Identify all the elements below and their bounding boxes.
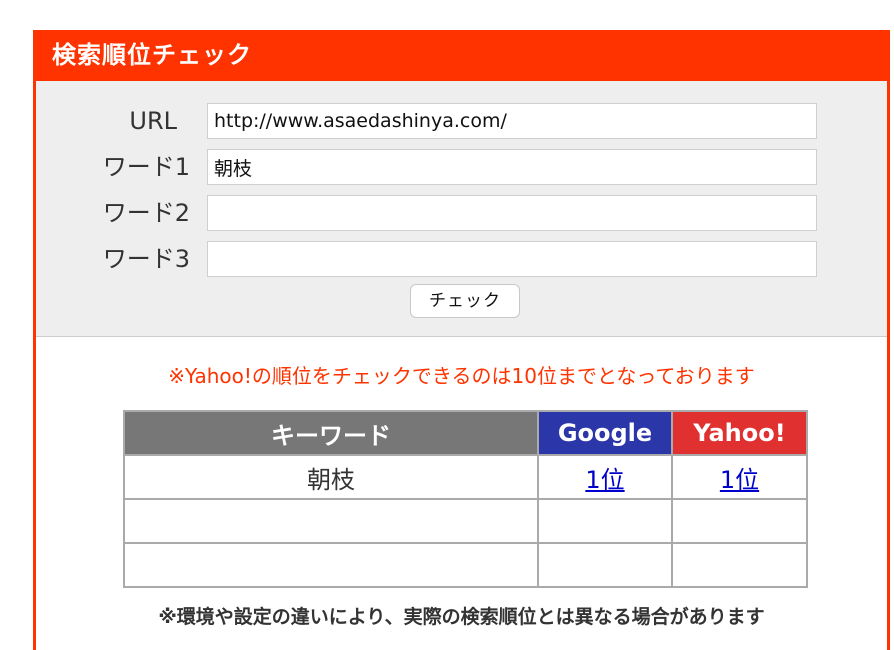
results-table: キーワード Google Yahoo! 朝枝 1位 1位 [123,410,808,588]
keyword-cell [123,542,539,588]
google-rank-cell [537,542,673,588]
table-row: 朝枝 1位 1位 [123,454,808,500]
word1-label: ワード1 [102,153,190,181]
keyword-cell [123,498,539,544]
word2-row: ワード2 [36,195,887,231]
word2-label: ワード2 [102,199,190,227]
word1-row: ワード1 [36,149,887,185]
keyword-cell: 朝枝 [123,454,539,500]
word3-input[interactable] [207,241,817,277]
url-label: URL [129,107,177,135]
google-rank-cell: 1位 [537,454,673,500]
table-row [123,498,808,544]
google-rank-cell [537,498,673,544]
table-row [123,542,808,588]
results-header-row: キーワード Google Yahoo! [123,410,808,456]
rank-check-panel: 検索順位チェック URL ワード1 ワード2 ワード3 チェック ※Yahoo!… [33,30,890,650]
google-column-header: Google [537,410,673,456]
panel-title: 検索順位チェック [36,30,887,81]
word3-label: ワード3 [102,245,190,273]
url-row: URL [36,103,887,139]
check-form: URL ワード1 ワード2 ワード3 チェック [36,81,887,337]
word3-row: ワード3 [36,241,887,277]
check-button[interactable]: チェック [410,284,520,318]
word2-input[interactable] [207,195,817,231]
keyword-column-header: キーワード [123,410,539,456]
yahoo-rank-cell: 1位 [671,454,808,500]
yahoo-rank-link[interactable]: 1位 [720,466,759,494]
yahoo-column-header: Yahoo! [671,410,808,456]
yahoo-rank-cell [671,498,808,544]
disclaimer-footnote: ※環境や設定の違いにより、実際の検索順位とは異なる場合があります [158,606,765,628]
google-rank-link[interactable]: 1位 [585,466,624,494]
yahoo-rank-cell [671,542,808,588]
url-input[interactable] [207,103,817,139]
yahoo-limit-notice: ※Yahoo!の順位をチェックできるのは10位までとなっております [168,364,755,388]
word1-input[interactable] [207,149,817,185]
